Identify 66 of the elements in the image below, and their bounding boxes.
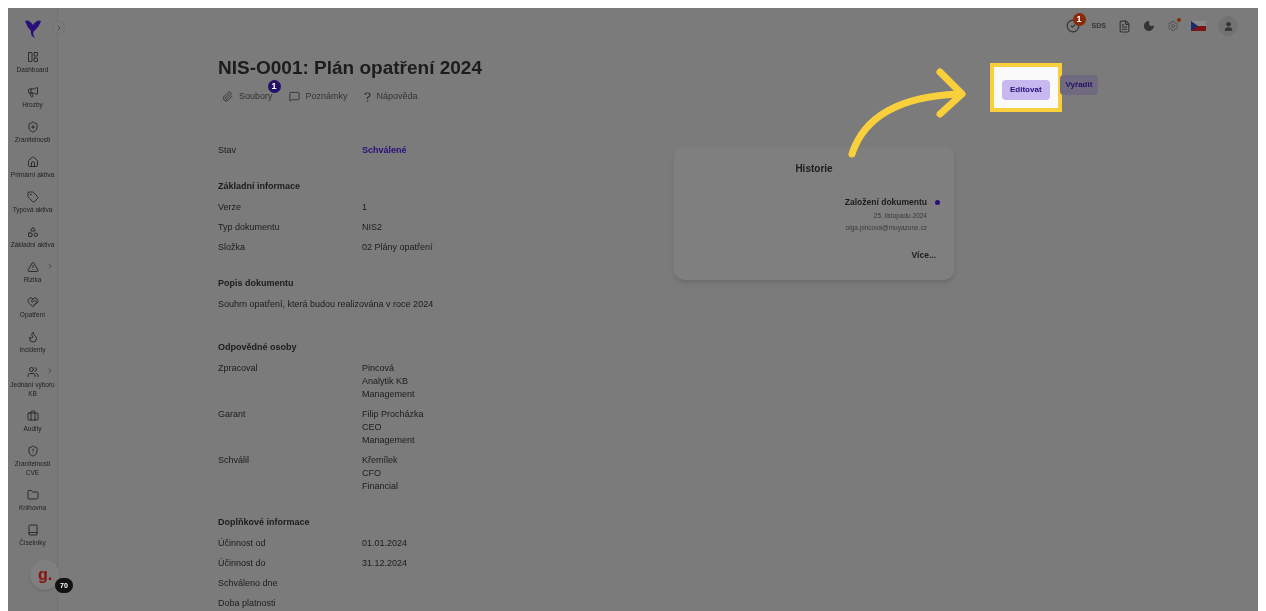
field-value: 02 Plány opatření xyxy=(362,240,433,254)
tab[interactable]: Soubory xyxy=(222,90,273,104)
page-title: NIS-O001: Plán opatření 2024 xyxy=(218,56,483,80)
field-label: Stav xyxy=(218,143,237,157)
field-value: CFO xyxy=(362,466,382,480)
more-link[interactable]: Více... xyxy=(911,249,936,262)
logo-icon xyxy=(22,18,43,40)
field-label: Zpracoval xyxy=(218,361,259,375)
shield-alert-icon xyxy=(26,445,39,457)
dashboard-icon xyxy=(26,51,39,63)
tag-icon xyxy=(26,191,39,203)
count-badge: 1 xyxy=(267,80,281,93)
handshake-icon xyxy=(26,296,39,308)
tab[interactable]: Poznámky xyxy=(288,90,348,104)
briefcase-icon xyxy=(26,410,39,422)
field-label: Garant xyxy=(218,407,247,421)
field-label: Typ dokumentu xyxy=(218,220,281,234)
document-icon[interactable] xyxy=(1118,19,1131,33)
flag-icon[interactable] xyxy=(1191,21,1206,31)
warning-icon xyxy=(26,261,39,273)
field-value: Pincová xyxy=(362,361,396,375)
field-value: 1 xyxy=(362,200,367,214)
field-value: NIS2 xyxy=(362,220,382,234)
shield-icon xyxy=(26,121,39,133)
settings-icon[interactable] xyxy=(1167,20,1179,32)
flame-icon xyxy=(26,331,39,343)
discard-button[interactable]: Vyřadit xyxy=(1059,75,1099,95)
field-label: Verze xyxy=(218,200,242,214)
folder-icon xyxy=(26,489,39,501)
edit-button[interactable]: Editovat xyxy=(1002,80,1050,100)
field-value: Management xyxy=(362,433,416,447)
field-value: CEO xyxy=(362,420,383,434)
description-text: Souhrn opatření, která budou realizována v roce 2024 xyxy=(218,297,435,311)
history-event: Založení dokumentu xyxy=(844,196,927,208)
field-label: Složka xyxy=(218,240,246,254)
avatar[interactable] xyxy=(1218,16,1238,36)
shapes-icon xyxy=(26,226,39,238)
field-value: Filip Procházka xyxy=(362,407,424,421)
paperclip-icon xyxy=(222,91,233,103)
field-value: Financial xyxy=(362,479,399,493)
moon-icon[interactable] xyxy=(1143,20,1155,32)
field-value: 01.01.2024 xyxy=(362,536,408,550)
house-icon xyxy=(26,156,39,168)
field-value: Management xyxy=(362,387,415,401)
tab[interactable]: Nápověda xyxy=(363,90,418,104)
field-value: 31.12.2024 xyxy=(362,556,408,570)
field-label: Účinnost do xyxy=(218,556,267,570)
comment-icon xyxy=(288,91,300,103)
status-value: Schválené xyxy=(362,143,407,157)
section-heading: Popis dokumentu xyxy=(218,276,295,290)
people-icon xyxy=(26,366,39,378)
notification-badge: 1 xyxy=(1072,13,1086,26)
book-icon xyxy=(26,524,39,536)
field-label: Doba platnosti xyxy=(218,596,277,610)
user-icon xyxy=(1222,20,1234,32)
card-title: Historie xyxy=(795,162,833,176)
section-heading: Doplňkové informace xyxy=(218,515,311,529)
field-value: Křemílek xyxy=(362,453,399,467)
help-icon xyxy=(363,91,371,102)
field-label: Schváleno dne xyxy=(218,576,279,590)
field-value: Analytik KB xyxy=(362,374,410,388)
field-label: Schválil xyxy=(218,453,250,467)
field-label: Účinnost od xyxy=(218,536,267,550)
section-heading: Odpovědné osoby xyxy=(218,340,298,354)
megaphone-icon xyxy=(26,86,39,98)
section-heading: Základní informace xyxy=(218,179,302,193)
